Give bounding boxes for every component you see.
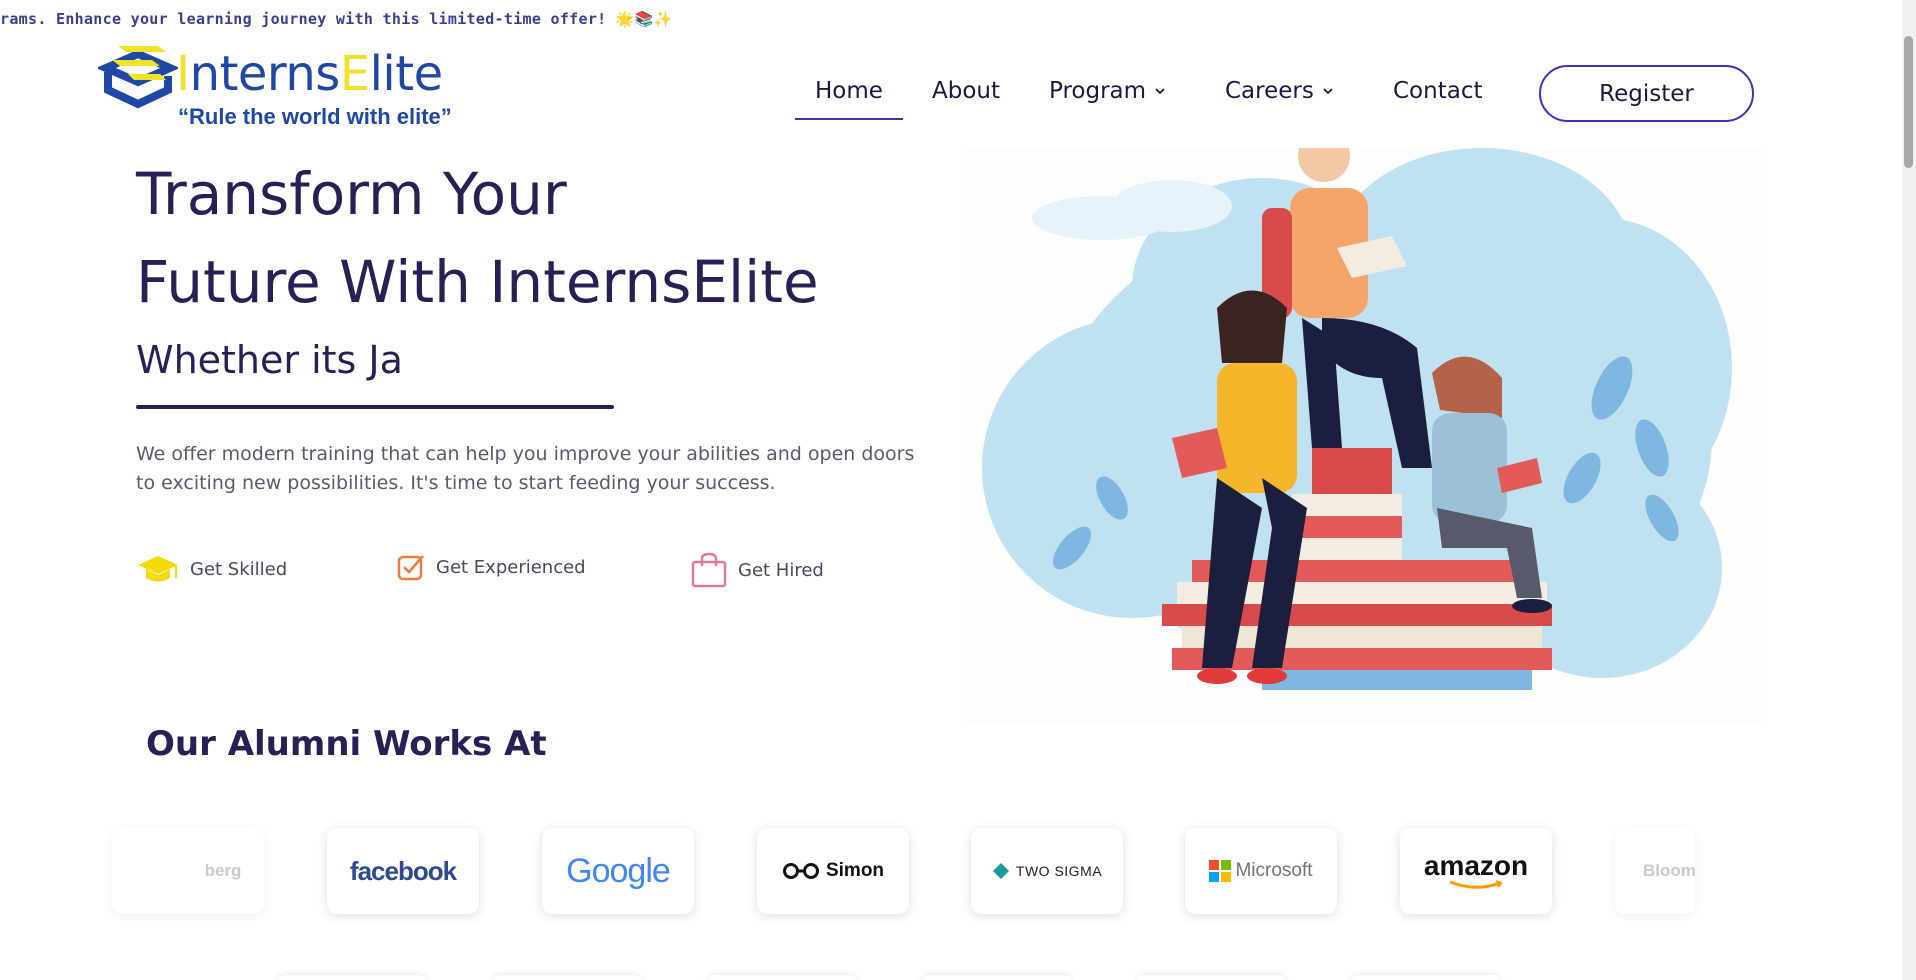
- hero-description: We offer modern training that can help y…: [136, 443, 915, 494]
- company-logo-card: berg: [112, 828, 264, 914]
- alumni-section-title: Our Alumni Works At: [146, 724, 547, 764]
- hero-typing-subtitle: Whether its Ja: [136, 338, 403, 382]
- company-logo-card: TWO SIGMA: [971, 828, 1123, 914]
- feature-get-skilled: Get Skilled: [136, 552, 287, 586]
- company-logo-card: amazon: [1400, 828, 1552, 914]
- feature-get-hired: Get Hired: [690, 552, 824, 588]
- nav-about[interactable]: About: [932, 78, 1000, 104]
- amazon-logo: amazon: [1423, 850, 1529, 881]
- company-logo-card: Simon: [757, 828, 909, 914]
- microsoft-icon: [1209, 860, 1232, 882]
- hero-title-line2: Future With InternsElite: [136, 248, 819, 316]
- simon-logo: Simon: [825, 860, 885, 881]
- google-logo: Google: [566, 851, 671, 890]
- hero-title: Transform Your Future With InternsElite: [136, 150, 819, 326]
- bloomberg-logo-partial: Bloom: [1643, 861, 1695, 880]
- amazon-smile-icon: [1449, 880, 1503, 889]
- checkbox-icon: [397, 555, 424, 581]
- feature-label: Get Experienced: [436, 556, 586, 578]
- shopping-bag-icon: [691, 552, 727, 588]
- bloomberg-logo-partial: berg: [204, 861, 242, 880]
- announcement-ticker: rams. Enhance your learning journey with…: [0, 10, 673, 28]
- company-logo-card-row2: [491, 975, 643, 980]
- feature-get-experienced: Get Experienced: [396, 552, 586, 582]
- register-button[interactable]: Register: [1539, 65, 1754, 122]
- company-logo-card-row2: [706, 975, 858, 980]
- company-logo-card-row2: [1350, 975, 1502, 980]
- chevron-down-icon: [1323, 88, 1333, 95]
- company-logo-card: Bloom: [1615, 828, 1695, 914]
- two-sigma-logo: TWO SIGMA: [1015, 863, 1103, 879]
- nav-program-label: Program: [1049, 78, 1147, 104]
- nav-home-label: Home: [815, 78, 883, 104]
- nav-careers[interactable]: Careers: [1225, 78, 1334, 104]
- graduation-cap-icon: [138, 556, 178, 582]
- company-logo-card: facebook: [327, 828, 479, 914]
- scrollbar-thumb[interactable]: [1904, 36, 1913, 168]
- nav-about-label: About: [932, 78, 1001, 104]
- hero-divider: [136, 405, 614, 409]
- hero-illustration: [962, 148, 1762, 723]
- page-scrollbar[interactable]: [1902, 0, 1916, 980]
- company-logo-card: Microsoft: [1185, 828, 1337, 914]
- facebook-logo: facebook: [349, 855, 457, 886]
- nav-contact-label: Contact: [1393, 78, 1483, 104]
- feature-label: Get Hired: [738, 559, 824, 581]
- glasses-icon: [782, 863, 819, 879]
- company-logo-card-row2: [921, 975, 1073, 980]
- company-logo-card-row2: [1135, 975, 1287, 980]
- microsoft-logo: Microsoft: [1235, 860, 1313, 881]
- nav-home[interactable]: Home: [795, 78, 903, 120]
- chevron-down-icon: [1155, 88, 1165, 95]
- hero-title-line1: Transform Your: [136, 160, 567, 228]
- nav-program[interactable]: Program: [1049, 78, 1166, 104]
- company-logo-card: Google: [542, 828, 694, 914]
- two-sigma-icon: [992, 863, 1009, 879]
- company-logo-card-row2: [276, 975, 428, 980]
- students-on-books-illustration: [982, 148, 1732, 690]
- nav-contact[interactable]: Contact: [1393, 78, 1482, 104]
- nav-careers-label: Careers: [1225, 78, 1314, 104]
- feature-label: Get Skilled: [190, 558, 288, 580]
